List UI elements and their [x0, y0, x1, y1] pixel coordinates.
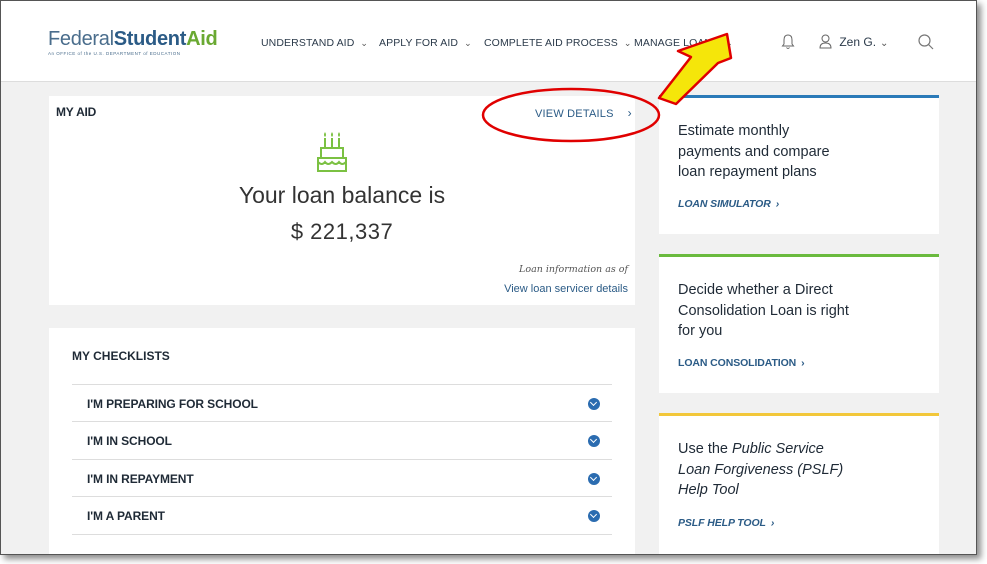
card-text-line: Decide whether a Direct: [678, 282, 833, 298]
card-text-line: Use the Public Service: [678, 439, 843, 460]
loan-consolidation-text: Decide whether a Direct Consolidation Lo…: [678, 280, 849, 342]
card-text-line: Help Tool: [678, 482, 739, 498]
logo-word-student: Student: [113, 28, 187, 50]
chevron-down-circle-icon[interactable]: [588, 435, 600, 447]
pslf-help-tool-card: Use the Public Service Loan Forgiveness …: [659, 413, 939, 554]
user-icon: [819, 34, 832, 49]
chevron-down-icon: ⌄: [880, 38, 889, 49]
chevron-down-circle-icon[interactable]: [588, 473, 600, 485]
chevron-right-icon: ›: [775, 198, 780, 210]
loan-simulator-link[interactable]: LOAN SIMULATOR ›: [678, 198, 779, 210]
checklist-item[interactable]: I'M A PARENT: [72, 496, 612, 535]
link-label: LOAN CONSOLIDATION: [678, 357, 797, 369]
loan-consolidation-card: Decide whether a Direct Consolidation Lo…: [659, 254, 939, 393]
logo-word-federal: Federal: [48, 28, 114, 50]
nav-label: APPLY FOR AID: [379, 37, 459, 49]
chevron-down-circle-icon[interactable]: [588, 398, 600, 410]
nav-complete-aid-process[interactable]: COMPLETE AID PROCESS ⌄: [484, 37, 632, 49]
bell-icon[interactable]: [781, 34, 795, 50]
checklist-item[interactable]: I'M IN REPAYMENT: [72, 459, 612, 497]
link-label: PSLF HELP TOOL: [678, 517, 766, 529]
chevron-down-icon: ⌄: [725, 38, 733, 48]
card-text-line: Estimate monthly: [678, 123, 790, 139]
checklist-item[interactable]: I'M PREPARING FOR SCHOOL: [72, 384, 612, 422]
nav-manage-loans[interactable]: MANAGE LOANS ⌄: [634, 37, 733, 49]
link-label: LOAN SIMULATOR: [678, 198, 771, 210]
chevron-down-icon: ⌄: [464, 38, 472, 48]
loan-info-date: Loan information as of: [519, 264, 628, 275]
pslf-text: Use the Public Service Loan Forgiveness …: [678, 439, 843, 501]
card-text-line: for you: [678, 323, 723, 339]
my-aid-card: MY AID VIEW DETAILS › Your loan balance i…: [49, 96, 635, 305]
nav-label: UNDERSTAND AID: [261, 37, 355, 49]
fsa-logo[interactable]: FederalStudentAid An OFFICE of the U.S. …: [48, 28, 218, 56]
nav-understand-aid[interactable]: UNDERSTAND AID ⌄: [261, 37, 368, 49]
loan-balance-value: $ 221,337: [290, 219, 394, 244]
birthday-cake-icon: [317, 132, 347, 172]
card-text-prefix: Use the: [678, 441, 732, 457]
chevron-down-circle-icon[interactable]: [588, 510, 600, 522]
pslf-help-tool-link[interactable]: PSLF HELP TOOL ›: [678, 517, 774, 529]
my-checklists-card: MY CHECKLISTS I'M PREPARING FOR SCHOOL I…: [49, 328, 635, 554]
checklist-label: I'M IN SCHOOL: [87, 434, 172, 448]
nav-apply-for-aid[interactable]: APPLY FOR AID ⌄: [379, 37, 472, 49]
loan-simulator-card: Estimate monthly payments and compare lo…: [659, 95, 939, 234]
logo-subtitle: An OFFICE of the U.S. DEPARTMENT of EDUC…: [48, 51, 181, 56]
loan-simulator-text: Estimate monthly payments and compare lo…: [678, 121, 830, 183]
card-text-line: Loan Forgiveness (PSLF): [678, 461, 844, 478]
nav-label: MANAGE LOANS: [634, 37, 720, 49]
browser-viewport: FederalStudentAid An OFFICE of the U.S. …: [0, 0, 977, 555]
logo-word-aid: Aid: [186, 28, 218, 50]
chevron-right-icon: ›: [801, 357, 805, 369]
view-details-link[interactable]: VIEW DETAILS ›: [535, 106, 632, 120]
checklist-label: I'M IN REPAYMENT: [87, 472, 194, 486]
user-menu[interactable]: Zen G. ⌄: [819, 34, 888, 49]
card-text-line: Consolidation Loan is right: [678, 302, 849, 319]
card-text-emphasis: Public Service: [732, 441, 824, 457]
card-text-line: loan repayment plans: [678, 164, 817, 180]
checklist-item[interactable]: I'M IN SCHOOL: [72, 421, 612, 459]
chevron-down-icon: ⌄: [623, 38, 632, 48]
my-checklists-title: MY CHECKLISTS: [72, 349, 170, 363]
loan-consolidation-link[interactable]: LOAN CONSOLIDATION ›: [678, 357, 805, 369]
checklist-label: I'M A PARENT: [87, 509, 165, 523]
checklist-label: I'M PREPARING FOR SCHOOL: [87, 397, 258, 411]
chevron-right-icon: ›: [770, 517, 775, 529]
search-icon[interactable]: [917, 33, 935, 51]
view-details-label: VIEW DETAILS: [535, 108, 614, 120]
nav-label: COMPLETE AID PROCESS: [484, 37, 618, 49]
chevron-down-icon: ⌄: [360, 38, 369, 48]
my-aid-title: MY AID: [56, 105, 97, 119]
loan-balance-label: Your loan balance is: [238, 182, 446, 208]
card-text-line: payments and compare: [678, 143, 830, 160]
chevron-right-icon: ›: [627, 106, 632, 120]
loan-servicer-link[interactable]: View loan servicer details: [504, 283, 628, 295]
user-name: Zen G.: [839, 35, 877, 49]
site-header: FederalStudentAid An OFFICE of the U.S. …: [1, 1, 976, 82]
